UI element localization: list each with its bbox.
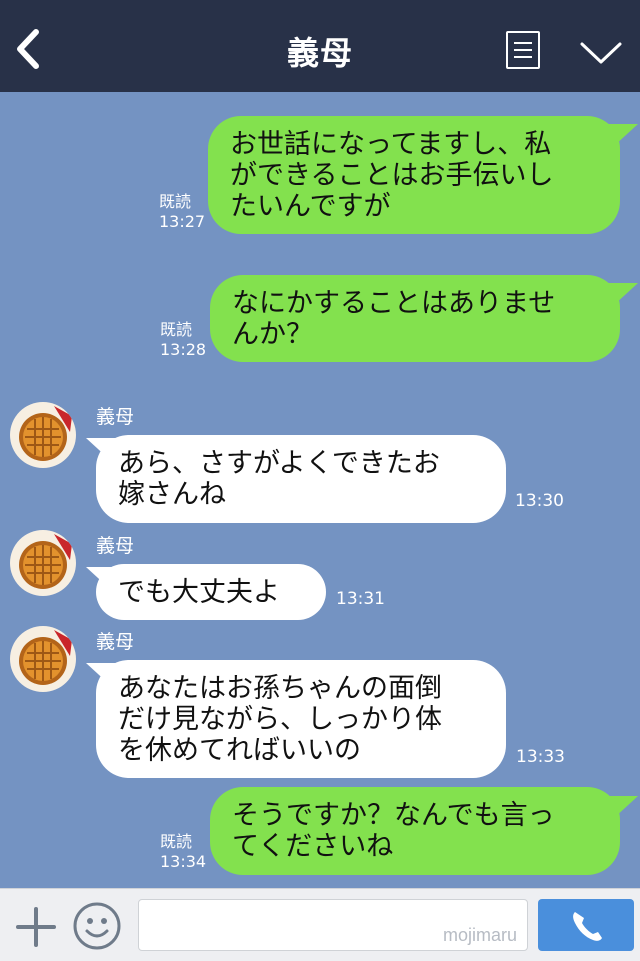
read-label: 既読 (160, 320, 193, 339)
pie-avatar-icon (19, 406, 72, 461)
avatar[interactable] (10, 402, 76, 468)
sender-name: 義母 (96, 535, 135, 557)
message-bubble[interactable]: でも大丈夫よ (96, 564, 326, 620)
message-bubble[interactable]: なにかすることはありませ んか？ (210, 275, 620, 362)
read-receipt: 既読 13:27 (159, 192, 205, 232)
read-receipt: 既読 13:34 (160, 832, 206, 872)
message-time: 13:30 (515, 491, 564, 511)
message-input[interactable]: mojimaru (138, 899, 528, 951)
emoji-icon (73, 902, 121, 950)
message-text: お世話になってますし、私 ができることはお手伝いし たいんですが (230, 129, 554, 222)
message-text: なにかすることはありませ んか？ (232, 288, 556, 350)
watermark-text: mojimaru (442, 925, 517, 945)
message-time: 13:28 (160, 340, 207, 359)
input-bar: mojimaru (0, 888, 640, 961)
menu-toggle-button[interactable] (578, 34, 624, 68)
sender-name: 義母 (96, 406, 135, 428)
chat-area[interactable]: 既読 13:27 お世話になってますし、私 ができることはお手伝いし たいんです… (0, 92, 640, 888)
message-bubble[interactable]: お世話になってますし、私 ができることはお手伝いし たいんですが (208, 116, 620, 234)
pie-avatar-icon (19, 630, 72, 685)
pie-avatar-icon (19, 534, 72, 589)
read-receipt: 既読 13:28 (160, 320, 206, 360)
message-time: 13:34 (160, 852, 207, 871)
chat-title: 義母 (286, 34, 353, 72)
chevron-down-icon (580, 42, 622, 64)
message-text: あなたはお孫ちゃんの面倒 だけ見ながら、しっかり体 を休めてればいいの (118, 673, 442, 766)
message-time: 13:27 (159, 212, 206, 231)
attach-button[interactable] (14, 905, 58, 949)
plus-icon (16, 907, 56, 947)
message-text: そうですか？なんでも言っ てくださいね (232, 800, 555, 862)
read-label: 既読 (160, 832, 193, 851)
call-button[interactable] (538, 899, 634, 951)
emoji-button[interactable] (72, 901, 122, 951)
message-bubble[interactable]: あなたはお孫ちゃんの面倒 だけ見ながら、しっかり体 を休めてればいいの (96, 660, 506, 778)
notes-button[interactable] (506, 31, 540, 69)
message-text: あら、さすがよくできたお 嫁さんね (118, 448, 440, 510)
message-text: でも大丈夫よ (118, 577, 280, 608)
message-time: 13:33 (516, 747, 565, 767)
message-bubble[interactable]: あら、さすがよくできたお 嫁さんね (96, 435, 506, 523)
phone-icon (573, 912, 602, 941)
message-bubble[interactable]: そうですか？なんでも言っ てくださいね (210, 787, 620, 875)
sender-name: 義母 (96, 631, 135, 653)
message-time: 13:31 (336, 589, 385, 609)
chat-header: 義母 (0, 0, 640, 92)
avatar[interactable] (10, 626, 76, 692)
read-label: 既読 (159, 192, 192, 211)
avatar[interactable] (10, 530, 76, 596)
